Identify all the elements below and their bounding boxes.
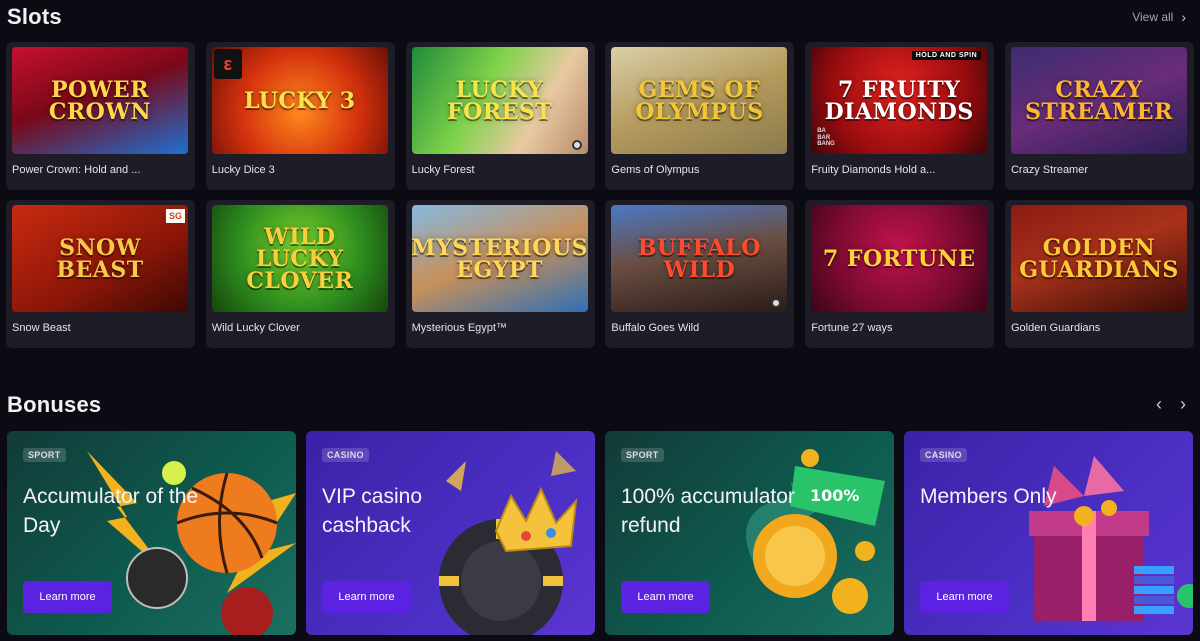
bonus-card-accumulator-of-the-day[interactable]: SPORT Accumulator of the Day Learn more xyxy=(7,431,296,635)
slot-thumbnail: ε Lucky 3 xyxy=(211,47,388,154)
slot-card-buffalo-goes-wild[interactable]: BUFFALO WILD Buffalo Goes Wild xyxy=(605,200,795,348)
slot-art-title: MYSTERIOUS EGYPT xyxy=(411,234,588,283)
slot-name: Snow Beast xyxy=(12,322,71,334)
category-badge: SPORT xyxy=(621,448,664,462)
slot-card-fortune-27-ways[interactable]: 7 FORTUNE Fortune 27 ways xyxy=(805,200,995,348)
bonus-carousel: SPORT Accumulator of the Day Learn more … xyxy=(7,431,1193,635)
slots-grid: POWER CROWN Power Crown: Hold and ... ε … xyxy=(6,42,1194,348)
slot-art-title: 7 FORTUNE xyxy=(822,245,976,272)
view-all-link[interactable]: View all › xyxy=(1132,9,1186,25)
slot-art-title: CRAZY STREAMER xyxy=(1025,76,1173,125)
slot-card-crazy-streamer[interactable]: CRAZY STREAMER Crazy Streamer xyxy=(1004,42,1194,190)
bonus-carousel-nav: ‹ › xyxy=(1156,394,1186,415)
bonus-card-vip-casino-cashback[interactable]: CASINO VIP casino cashback Learn more xyxy=(306,431,595,635)
slot-card-lucky-dice-3[interactable]: ε Lucky 3 Lucky Dice 3 xyxy=(205,42,395,190)
slot-art-title: POWER CROWN xyxy=(48,76,152,125)
slot-art-title: SNOW BEAST xyxy=(56,234,144,283)
slot-card-snow-beast[interactable]: SG SNOW BEAST Snow Beast xyxy=(6,200,195,348)
slot-card-golden-guardians[interactable]: GOLDEN GUARDIANS Golden Guardians xyxy=(1004,200,1194,348)
slot-thumbnail: MYSTERIOUS EGYPT xyxy=(411,205,588,312)
slot-name: Buffalo Goes Wild xyxy=(611,322,700,334)
provider-logo-icon: BA BAR BANG xyxy=(817,128,835,148)
bonus-title: Accumulator of the Day xyxy=(23,485,199,537)
slot-card-gems-of-olympus[interactable]: GEMS OF OLYMPUS Gems of Olympus xyxy=(605,42,795,190)
slot-card-fruity-diamonds[interactable]: HOLD AND SPIN 7 Fruity DIAMONDS BA BAR BAN… xyxy=(805,42,995,190)
learn-more-button[interactable]: Learn more xyxy=(23,581,112,613)
bonus-card-100-accumulator-refund[interactable]: SPORT 100% accumulator refund 100% Learn… xyxy=(605,431,894,635)
bonuses-section-title: Bonuses xyxy=(7,392,102,417)
slot-thumbnail: Wild Lucky Clover xyxy=(211,205,388,312)
gift-box-illustration xyxy=(1029,456,1193,621)
slot-thumbnail: SG SNOW BEAST xyxy=(12,205,188,312)
chevron-right-icon[interactable]: › xyxy=(1180,394,1186,415)
bonus-title: VIP casino cashback xyxy=(322,485,423,537)
slots-section-title: Slots xyxy=(7,4,62,29)
slot-name: Power Crown: Hold and ... xyxy=(12,164,141,176)
slot-name: Wild Lucky Clover xyxy=(211,322,300,334)
provider-logo-icon: SG xyxy=(165,209,185,223)
slot-name: Lucky Dice 3 xyxy=(211,164,275,176)
slot-thumbnail: BUFFALO WILD xyxy=(611,205,788,312)
slot-name: Fruity Diamonds Hold a... xyxy=(811,164,936,176)
chevron-right-icon: › xyxy=(1181,9,1186,25)
slot-art-title: Wild Lucky Clover xyxy=(246,223,354,294)
provider-logo-icon: ε xyxy=(213,49,242,79)
slot-name: Crazy Streamer xyxy=(1010,164,1089,176)
slot-art-title: Lucky 3 xyxy=(243,87,356,114)
slot-thumbnail: 7 FORTUNE xyxy=(811,205,988,312)
bonus-card-members-only[interactable]: CASINO Members Only Learn more xyxy=(904,431,1193,635)
slot-thumbnail: LUCKY FOREST xyxy=(411,47,588,154)
bonus-title: 100% accumulator refund xyxy=(621,485,795,537)
refund-coins-illustration: 100% xyxy=(746,449,885,614)
chevron-left-icon[interactable]: ‹ xyxy=(1156,394,1162,415)
slot-name: Golden Guardians xyxy=(1010,322,1101,334)
slot-art-title: GEMS OF OLYMPUS xyxy=(635,76,764,125)
slot-name: Lucky Forest xyxy=(411,164,475,176)
provider-logo-icon xyxy=(571,140,582,150)
category-badge: CASINO xyxy=(920,448,967,462)
slot-thumbnail: CRAZY STREAMER xyxy=(1010,47,1187,154)
slot-art-title: BUFFALO WILD xyxy=(637,234,761,283)
slot-thumbnail: GOLDEN GUARDIANS xyxy=(1010,205,1187,312)
bonus-title: Members Only xyxy=(920,485,1057,508)
slot-name: Mysterious Egypt™ xyxy=(411,322,507,334)
slot-art-title: GOLDEN GUARDIANS xyxy=(1019,234,1179,283)
slot-card-power-crown[interactable]: POWER CROWN Power Crown: Hold and ... xyxy=(6,42,195,190)
category-badge: SPORT xyxy=(23,448,66,462)
view-all-label: View all xyxy=(1132,10,1174,24)
learn-more-button[interactable]: Learn more xyxy=(621,581,710,613)
slot-name: Fortune 27 ways xyxy=(811,322,893,334)
provider-logo-icon xyxy=(771,298,782,308)
slot-thumbnail: GEMS OF OLYMPUS xyxy=(611,47,788,154)
learn-more-button[interactable]: Learn more xyxy=(322,581,411,613)
slot-card-mysterious-egypt[interactable]: MYSTERIOUS EGYPT Mysterious Egypt™ xyxy=(405,200,595,348)
slot-thumbnail: POWER CROWN xyxy=(12,47,188,154)
hold-and-spin-badge: HOLD AND SPIN xyxy=(911,51,982,60)
slot-card-lucky-forest[interactable]: LUCKY FOREST Lucky Forest xyxy=(405,42,595,190)
slot-art-title: LUCKY FOREST xyxy=(447,76,553,125)
svg-text:100%: 100% xyxy=(810,486,859,505)
slot-name: Gems of Olympus xyxy=(611,164,700,176)
slot-card-wild-lucky-clover[interactable]: Wild Lucky Clover Wild Lucky Clover xyxy=(205,200,395,348)
slot-art-title: 7 Fruity DIAMONDS xyxy=(824,76,974,125)
learn-more-button[interactable]: Learn more xyxy=(920,581,1009,613)
category-badge: CASINO xyxy=(322,448,369,462)
slot-thumbnail: HOLD AND SPIN 7 Fruity DIAMONDS BA BAR BAN… xyxy=(811,47,988,154)
